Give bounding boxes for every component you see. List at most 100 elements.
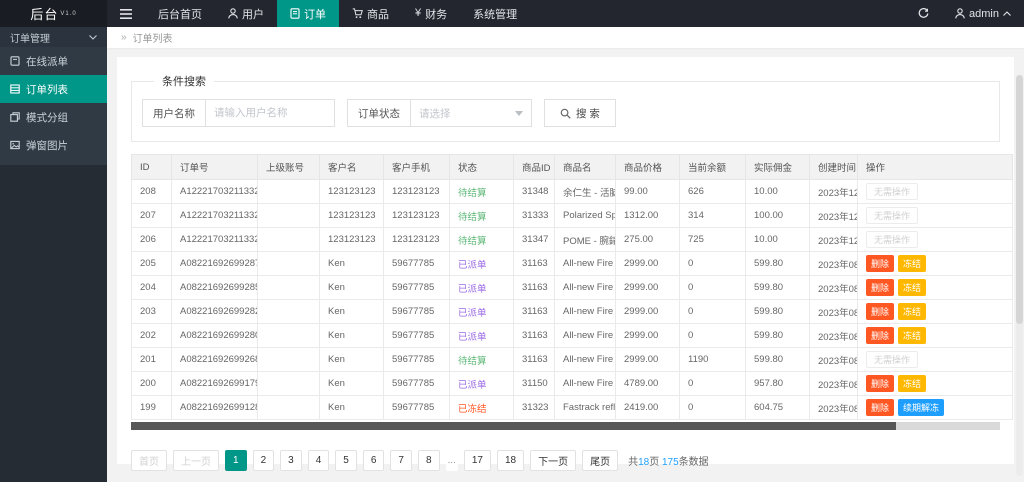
cell-customer-name: Ken (320, 372, 384, 396)
cell-created-time: 2023年08月 (810, 276, 858, 300)
pagination-page-2[interactable]: 2 (253, 450, 275, 471)
table-row: 206A12221703211332917123123123123123123待… (132, 228, 1013, 252)
total-items: 175 (662, 457, 679, 468)
cell-parent-account (258, 276, 320, 300)
cell-id: 204 (132, 276, 172, 300)
pagination-page-8[interactable]: 8 (418, 450, 440, 471)
username-input[interactable] (206, 100, 334, 126)
cell-created-time: 2023年08月 (810, 300, 858, 324)
vertical-scrollbar-thumb[interactable] (1016, 75, 1023, 324)
column-header-12: 操作 (858, 155, 1013, 180)
cell-id: 201 (132, 348, 172, 372)
nav-item-1[interactable]: 用户 (215, 0, 277, 27)
cell-id: 199 (132, 396, 172, 420)
cell-parent-account (258, 396, 320, 420)
cell-customer-phone: 59677785 (384, 300, 450, 324)
cell-customer-name: Ken (320, 300, 384, 324)
yen-icon: ¥ (415, 8, 421, 19)
freeze-button[interactable]: 冻结 (898, 279, 926, 296)
nav-item-label: 系统管理 (473, 6, 517, 22)
horizontal-scrollbar-thumb[interactable] (131, 422, 896, 430)
unfreeze-button[interactable]: 续期解冻 (898, 399, 944, 416)
pagination-page-17[interactable]: 17 (464, 450, 491, 471)
sidebar-item-1[interactable]: 订单列表 (0, 75, 107, 103)
cell-current-balance: 0 (680, 396, 746, 420)
no-action-button: 无需操作 (866, 207, 918, 224)
pagination-last[interactable]: 尾页 (582, 450, 618, 471)
sidebar-item-0[interactable]: 在线派单 (0, 47, 107, 75)
delete-button[interactable]: 删除 (866, 303, 894, 320)
cell-product-id: 31163 (514, 324, 555, 348)
freeze-button[interactable]: 冻结 (898, 255, 926, 272)
sidebar-item-label: 订单列表 (26, 82, 68, 97)
delete-button[interactable]: 删除 (866, 327, 894, 344)
freeze-button[interactable]: 冻结 (898, 375, 926, 392)
cell-current-balance: 1190 (680, 348, 746, 372)
cell-product-id: 31150 (514, 372, 555, 396)
pagination-ellipsis: ... (446, 450, 458, 471)
cell-order-no: A08221692699280898 (172, 324, 258, 348)
nav-item-3[interactable]: 商品 (339, 0, 402, 27)
freeze-button[interactable]: 冻结 (898, 303, 926, 320)
sidebar-group-order-management[interactable]: 订单管理 (0, 27, 107, 47)
cell-customer-phone: 123123123 (384, 180, 450, 204)
sidebar-item-3[interactable]: 弹窗图片 (0, 131, 107, 159)
cell-created-time: 2023年08月 (810, 396, 858, 420)
user-name: admin (969, 8, 999, 20)
delete-button[interactable]: 删除 (866, 375, 894, 392)
nav-item-4[interactable]: ¥财务 (402, 0, 460, 27)
pagination-page-18[interactable]: 18 (497, 450, 524, 471)
cell-customer-name: Ken (320, 324, 384, 348)
cell-product-name: All-new Fire T... (555, 324, 616, 348)
pagination-page-5[interactable]: 5 (335, 450, 357, 471)
vertical-scrollbar[interactable] (1016, 75, 1023, 476)
order-list-card: 条件搜索 用户名称 订单状态 请选择 (117, 57, 1014, 464)
status-badge: 已派单 (450, 300, 514, 324)
delete-button[interactable]: 删除 (866, 399, 894, 416)
pagination-next[interactable]: 下一页 (530, 450, 576, 471)
nav-item-0[interactable]: 后台首页 (145, 0, 215, 27)
search-button[interactable]: 搜 索 (544, 99, 616, 127)
nav-item-5[interactable]: 系统管理 (460, 0, 530, 27)
main-area: » 订单列表 条件搜索 用户名称 订单状态 请选择 (107, 27, 1024, 482)
cell-order-no: A08221692699268590 (172, 348, 258, 372)
sidebar-items: 在线派单订单列表模式分组弹窗图片 (0, 47, 107, 159)
pagination-page-6[interactable]: 6 (363, 450, 385, 471)
pagination-page-3[interactable]: 3 (280, 450, 302, 471)
column-header-6: 商品ID (514, 155, 555, 180)
cell-current-balance: 0 (680, 300, 746, 324)
cell-created-time: 2023年12月 (810, 228, 858, 252)
order-status-field-group: 订单状态 请选择 (347, 99, 532, 127)
cell-product-id: 31347 (514, 228, 555, 252)
cell-customer-phone: 123123123 (384, 204, 450, 228)
cell-actual-commission: 599.80 (746, 348, 810, 372)
cell-product-name: Polarized Spo... (555, 204, 616, 228)
refresh-button[interactable] (905, 0, 942, 27)
cell-product-name: All-new Fire T... (555, 276, 616, 300)
cell-current-balance: 314 (680, 204, 746, 228)
delete-button[interactable]: 删除 (866, 255, 894, 272)
cart-icon (352, 8, 363, 19)
delete-button[interactable]: 删除 (866, 279, 894, 296)
user-menu[interactable]: admin (942, 0, 1024, 27)
freeze-button[interactable]: 冻结 (898, 327, 926, 344)
cell-product-id: 31348 (514, 180, 555, 204)
pagination-page-4[interactable]: 4 (308, 450, 330, 471)
horizontal-scrollbar[interactable] (131, 422, 1000, 430)
sidebar-item-2[interactable]: 模式分组 (0, 103, 107, 131)
cell-parent-account (258, 372, 320, 396)
cell-product-price: 2999.00 (616, 252, 680, 276)
order-status-select[interactable]: 请选择 (411, 100, 531, 126)
column-header-10: 实际佣金 (746, 155, 810, 180)
cell-customer-phone: 59677785 (384, 348, 450, 372)
cell-actual-commission: 604.75 (746, 396, 810, 420)
chevron-down-icon (89, 35, 97, 40)
table-row: 203A08221692699282934Ken59677785已派单31163… (132, 300, 1013, 324)
pagination-page-1[interactable]: 1 (225, 450, 247, 471)
cell-parent-account (258, 180, 320, 204)
cell-customer-phone: 123123123 (384, 228, 450, 252)
nav-item-2[interactable]: 订单 (277, 0, 339, 27)
pagination-page-7[interactable]: 7 (390, 450, 412, 471)
order-status-label: 订单状态 (348, 100, 411, 126)
menu-collapse-button[interactable] (107, 0, 145, 27)
